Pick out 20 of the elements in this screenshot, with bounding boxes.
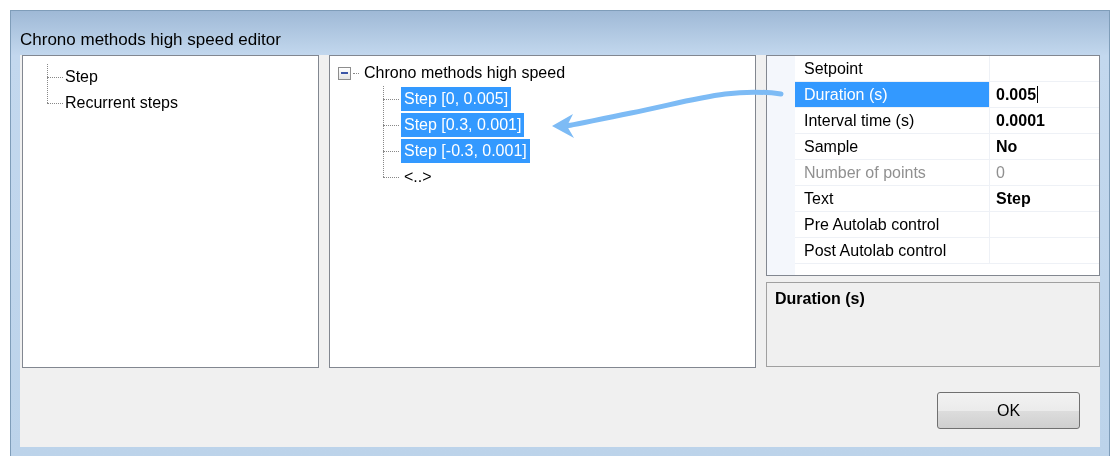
property-label[interactable]: Post Autolab control: [795, 238, 990, 263]
property-value: 0.0001: [996, 110, 1045, 131]
property-label[interactable]: Setpoint: [795, 56, 990, 81]
property-value: Step: [996, 188, 1031, 209]
description-title: Duration (s): [775, 290, 865, 307]
tree-root[interactable]: Chrono methods high speed: [361, 61, 569, 85]
property-label[interactable]: Sample: [795, 134, 990, 159]
property-label[interactable]: Pre Autolab control: [795, 212, 990, 237]
tree-item[interactable]: <..>: [401, 165, 435, 189]
property-label[interactable]: Interval time (s): [795, 108, 990, 133]
collapse-icon[interactable]: [338, 66, 351, 80]
property-value: No: [996, 136, 1018, 157]
property-value-field[interactable]: 0.005: [996, 82, 1037, 107]
window-title: Chrono methods high speed editor: [20, 28, 281, 51]
ok-button[interactable]: OK: [937, 392, 1080, 429]
property-value: 0: [996, 162, 1005, 183]
property-label[interactable]: Text: [795, 186, 990, 211]
tree-item[interactable]: Recurrent steps: [65, 91, 178, 115]
tree-item[interactable]: Step: [65, 65, 98, 89]
text-cursor: [1037, 86, 1039, 103]
